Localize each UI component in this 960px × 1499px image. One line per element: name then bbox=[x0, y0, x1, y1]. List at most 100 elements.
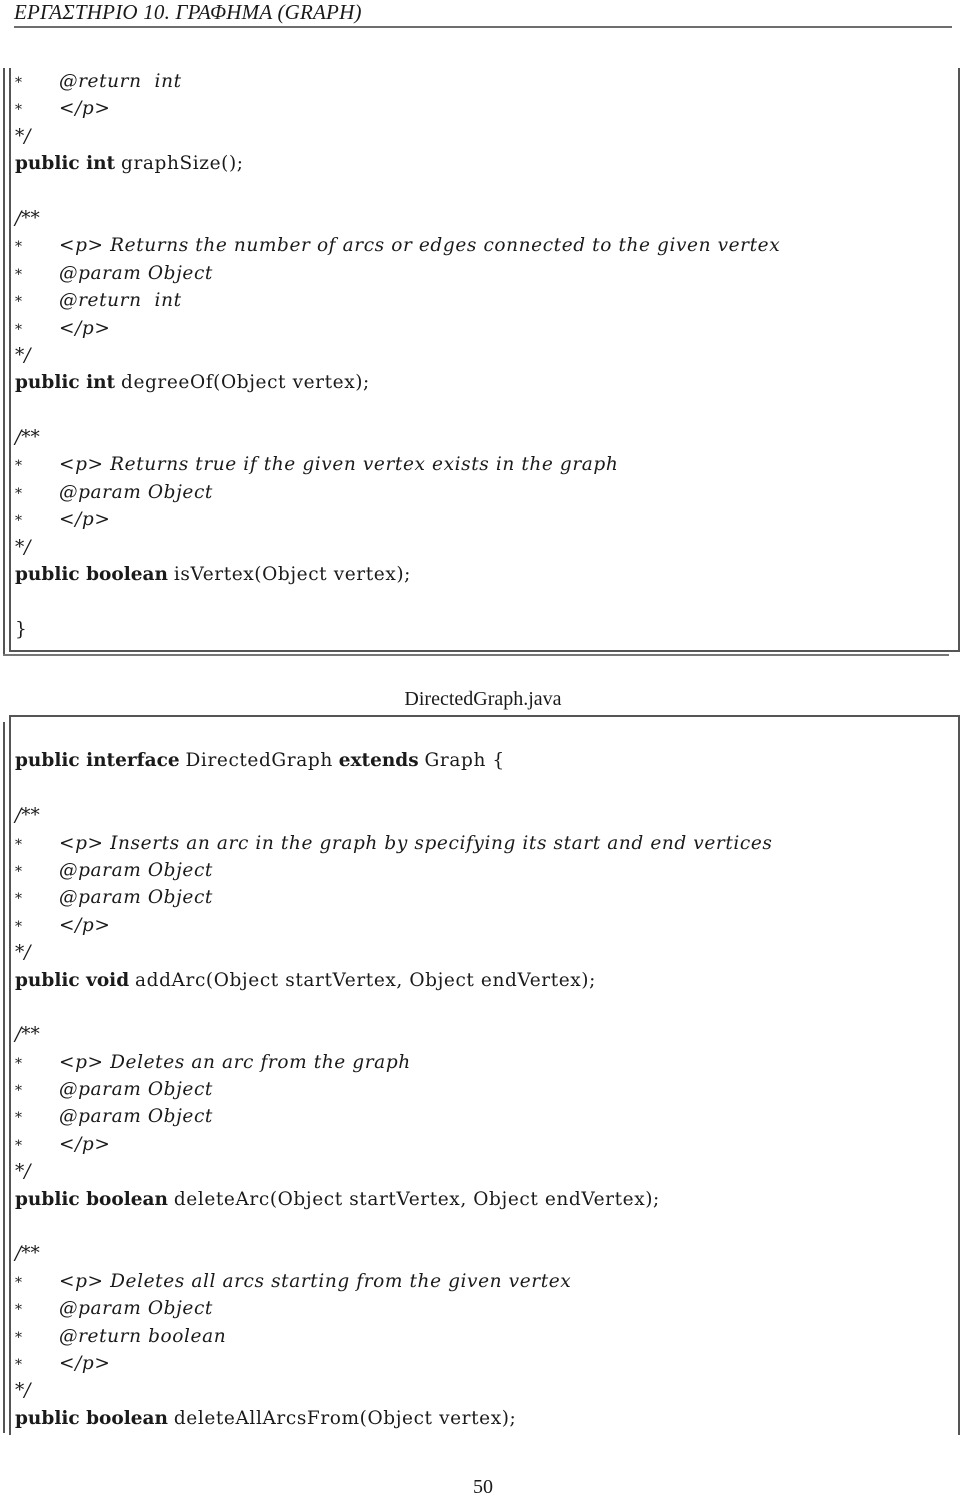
java-keyword: public int bbox=[15, 372, 116, 394]
doc-comment-text: </p> bbox=[59, 509, 111, 531]
java-keyword: public int bbox=[15, 153, 116, 175]
code-box-1-outer-border bbox=[3, 68, 5, 656]
code-line: * @param Object bbox=[15, 260, 780, 287]
code-line: */ bbox=[15, 123, 780, 150]
code-line: * @param Object bbox=[15, 479, 780, 506]
comment-asterisk: * bbox=[15, 294, 22, 311]
doc-comment-text: </p> bbox=[59, 98, 111, 120]
code-line: public void addArc(Object startVertex, O… bbox=[15, 967, 773, 994]
comment-delimiter: */ bbox=[15, 125, 31, 147]
code-line: * </p> bbox=[15, 506, 780, 533]
comment-asterisk: * bbox=[15, 458, 22, 475]
comment-asterisk: * bbox=[15, 102, 22, 119]
doc-comment-text: @param Object bbox=[59, 1298, 213, 1320]
comment-asterisk: * bbox=[15, 836, 22, 853]
code-listing-directed-graph: public interface DirectedGraph extends G… bbox=[15, 720, 773, 1432]
method-signature: deleteArc(Object startVertex, Object end… bbox=[173, 1188, 660, 1210]
doc-comment-text: @return int bbox=[59, 290, 182, 312]
code-line: * @param Object bbox=[15, 857, 773, 884]
comment-asterisk: * bbox=[15, 1302, 22, 1319]
code-line: */ bbox=[15, 1158, 773, 1185]
comment-asterisk: * bbox=[15, 239, 22, 256]
comment-delimiter: /** bbox=[15, 1024, 40, 1046]
doc-comment-text: </p> bbox=[59, 1352, 111, 1374]
method-signature: addArc(Object startVertex, Object endVer… bbox=[135, 969, 596, 991]
doc-comment-text: </p> bbox=[59, 317, 111, 339]
doc-comment-text: @param Object bbox=[59, 1106, 213, 1128]
code-line: * @param Object bbox=[15, 1076, 773, 1103]
java-keyword: extends bbox=[338, 750, 419, 772]
code-line: * <p> Inserts an arc in the graph by spec… bbox=[15, 830, 773, 857]
code-line: * <p> Deletes all arcs starting from the … bbox=[15, 1268, 773, 1295]
method-signature: degreeOf(Object vertex); bbox=[121, 372, 370, 394]
doc-comment-text: </p> bbox=[59, 914, 111, 936]
code-line: */ bbox=[15, 534, 780, 561]
doc-comment-text: <p> Deletes an arc from the graph bbox=[59, 1051, 411, 1073]
code-line: * @return int bbox=[15, 68, 780, 95]
running-head: ΕΡΓΑΣΤΗΡΙΟ 10. ΓΡΑΦΗΜΑ (GRAPH) bbox=[14, 0, 362, 24]
comment-asterisk: * bbox=[15, 891, 22, 908]
code-line: public boolean deleteArc(Object startVer… bbox=[15, 1186, 773, 1213]
comment-asterisk: * bbox=[15, 1329, 22, 1346]
method-signature: deleteAllArcsFrom(Object vertex); bbox=[173, 1407, 517, 1429]
comment-asterisk: * bbox=[15, 485, 22, 502]
comment-delimiter: */ bbox=[15, 942, 31, 964]
code-box-2-outer-border bbox=[3, 722, 5, 1433]
java-keyword: public boolean bbox=[15, 1188, 168, 1210]
code-line: * @param Object bbox=[15, 1103, 773, 1130]
code-line: * @return int bbox=[15, 287, 780, 314]
comment-asterisk: * bbox=[15, 1137, 22, 1154]
code-line: /** bbox=[15, 802, 773, 829]
code-line: * @return boolean bbox=[15, 1323, 773, 1350]
comment-delimiter: */ bbox=[15, 344, 31, 366]
code-line: * </p> bbox=[15, 315, 780, 342]
doc-comment-text: </p> bbox=[59, 1133, 111, 1155]
file-caption: DirectedGraph.java bbox=[404, 688, 562, 710]
code-line: */ bbox=[15, 1377, 773, 1404]
code-line: * @param Object bbox=[15, 884, 773, 911]
comment-asterisk: * bbox=[15, 1055, 22, 1072]
java-keyword: public void bbox=[15, 969, 130, 991]
doc-comment-text: @return boolean bbox=[59, 1325, 227, 1347]
comment-asterisk: * bbox=[15, 863, 22, 880]
code-line: public int degreeOf(Object vertex); bbox=[15, 369, 780, 396]
code-line: * </p> bbox=[15, 1350, 773, 1377]
java-keyword: public interface bbox=[15, 750, 180, 772]
doc-comment-text: @param Object bbox=[59, 887, 213, 909]
doc-comment-text: @param Object bbox=[59, 262, 213, 284]
comment-delimiter: */ bbox=[15, 536, 31, 558]
comment-delimiter: /** bbox=[15, 207, 40, 229]
java-keyword: public boolean bbox=[15, 1407, 168, 1429]
method-signature: isVertex(Object vertex); bbox=[173, 564, 412, 586]
comment-delimiter: /** bbox=[15, 427, 40, 449]
comment-asterisk: * bbox=[15, 513, 22, 530]
method-signature: graphSize(); bbox=[121, 153, 244, 175]
code-line: public int graphSize(); bbox=[15, 150, 780, 177]
java-keyword: public boolean bbox=[15, 564, 168, 586]
interface-name: DirectedGraph bbox=[185, 750, 333, 772]
comment-asterisk: * bbox=[15, 1274, 22, 1291]
code-line: * <p> Returns the number of arcs or edges… bbox=[15, 232, 780, 259]
code-listing-graph: * @return int * </p> */ public int graphSize(… bbox=[15, 68, 780, 643]
doc-comment-text: <p> Inserts an arc in the graph by speci… bbox=[59, 832, 773, 854]
code-line: * <p> Deletes an arc from the graph bbox=[15, 1049, 773, 1076]
header-rule bbox=[14, 26, 952, 28]
doc-comment-text: @param Object bbox=[59, 859, 213, 881]
comment-asterisk: * bbox=[15, 266, 22, 283]
doc-comment-text: <p> Deletes all arcs starting from the g… bbox=[59, 1270, 572, 1292]
doc-comment-text: @return int bbox=[59, 71, 182, 92]
code-line: * </p> bbox=[15, 95, 780, 122]
code-line: public boolean deleteAllArcsFrom(Object … bbox=[15, 1405, 773, 1432]
comment-asterisk: * bbox=[15, 321, 22, 338]
doc-comment-text: <p> Returns true if the given vertex exi… bbox=[59, 454, 619, 476]
code-text: } bbox=[15, 618, 28, 640]
code-line: */ bbox=[15, 342, 780, 369]
code-line: } bbox=[15, 616, 780, 643]
code-line: /** bbox=[15, 1021, 773, 1048]
